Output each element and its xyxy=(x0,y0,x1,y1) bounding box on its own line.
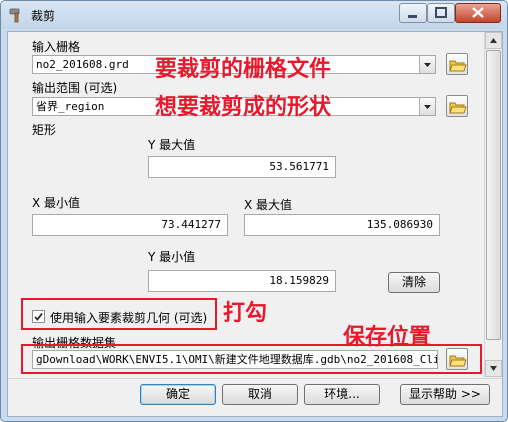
input-raster-label: 输入栅格 xyxy=(32,40,81,54)
scroll-thumb[interactable] xyxy=(486,50,501,340)
browse-input-button[interactable] xyxy=(446,53,468,75)
ymax-input[interactable]: 53.561771 xyxy=(148,156,336,178)
browse-extent-button[interactable] xyxy=(446,95,468,117)
clear-button[interactable]: 清除 xyxy=(388,272,440,293)
ymin-label: Y 最小值 xyxy=(148,250,196,264)
folder-open-icon xyxy=(449,102,467,114)
xmax-label: X 最大值 xyxy=(244,198,293,212)
ymin-input[interactable]: 18.159829 xyxy=(148,270,336,292)
arrow-up-icon xyxy=(490,38,497,43)
output-extent-label: 输出范围 (可选) xyxy=(32,81,118,95)
chevron-down-icon[interactable] xyxy=(419,98,435,115)
output-extent-value: 省界_region xyxy=(36,100,105,113)
annotation-checkbox-box xyxy=(21,298,217,330)
close-icon xyxy=(472,7,484,18)
arrow-down-icon xyxy=(490,366,497,371)
cancel-button[interactable]: 取消 xyxy=(222,384,298,405)
annotation-check-note: 打勾 xyxy=(223,301,268,326)
minimize-button[interactable] xyxy=(399,3,427,23)
title-bar[interactable]: 裁剪 xyxy=(1,1,507,29)
tool-hammer-icon xyxy=(9,7,25,23)
minimize-icon xyxy=(408,15,417,18)
chevron-down-icon[interactable] xyxy=(419,56,435,73)
ymax-label: Y 最大值 xyxy=(148,138,196,152)
clip-dialog-window: 裁剪 输入栅格 no2_201608.grd 输出范围 (可选) 省界_regi… xyxy=(0,0,508,422)
input-raster-value: no2_201608.grd xyxy=(36,58,129,71)
annotation-save-note: 保存位置 xyxy=(343,325,432,350)
xmin-label: X 最小值 xyxy=(32,196,81,210)
scroll-down-button[interactable] xyxy=(485,360,502,377)
xmax-input[interactable]: 135.086930 xyxy=(244,214,440,236)
rectangle-label: 矩形 xyxy=(32,123,57,137)
folder-open-icon xyxy=(449,60,467,72)
environments-button[interactable]: 环境... xyxy=(304,384,380,405)
window-title: 裁剪 xyxy=(31,9,56,23)
show-help-button[interactable]: 显示帮助 >> xyxy=(400,384,490,405)
ok-button[interactable]: 确定 xyxy=(140,384,216,405)
annotation-shape-note: 想要裁剪成的形状 xyxy=(155,95,332,120)
xmin-input[interactable]: 73.441277 xyxy=(32,214,228,236)
vertical-scrollbar[interactable] xyxy=(484,32,502,377)
scroll-up-button[interactable] xyxy=(485,32,502,49)
maximize-icon xyxy=(435,7,447,18)
maximize-button[interactable] xyxy=(427,3,455,23)
annotation-raster-note: 要裁剪的栅格文件 xyxy=(155,57,332,82)
close-button[interactable] xyxy=(455,3,501,23)
footer-divider xyxy=(8,378,502,379)
